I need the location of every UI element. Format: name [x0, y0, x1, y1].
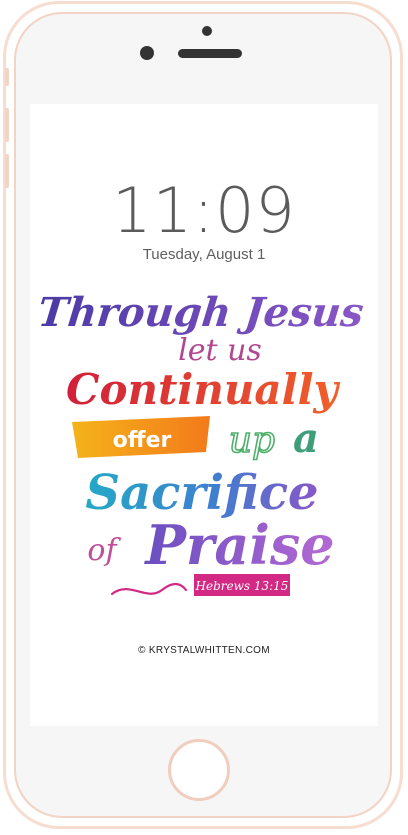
lettering-continually: Continually — [66, 365, 341, 414]
flourish-ornament — [110, 582, 188, 596]
lettering-praise: Praise — [143, 513, 334, 577]
volume-down-button — [5, 154, 9, 188]
lettering-of: of — [87, 533, 121, 568]
wallpaper-lettering: Through Jesus let us Continually offer u… — [36, 289, 366, 596]
earpiece-speaker — [178, 49, 242, 58]
clock-date: Tuesday, August 1 — [142, 246, 266, 263]
front-camera-icon — [140, 46, 154, 60]
clock-time: 11:09 — [112, 174, 296, 247]
proximity-sensor — [202, 26, 212, 36]
lettering-up: up — [229, 420, 275, 461]
reference-label: Hebrews 13:15 — [195, 579, 289, 593]
volume-up-button — [5, 108, 9, 142]
lettering-let-us: let us — [178, 333, 262, 368]
lettering-through-jesus: Through Jesus — [36, 289, 366, 336]
lock-screen: 11:09 Tuesday, August 1 Through Jesus le… — [30, 104, 378, 726]
mute-switch — [5, 68, 9, 86]
lettering-a: a — [293, 415, 319, 462]
copyright-credit: © KRYSTALWHITTEN.COM — [138, 645, 270, 656]
home-button[interactable] — [168, 739, 230, 801]
lettering-offer: offer — [113, 428, 172, 453]
